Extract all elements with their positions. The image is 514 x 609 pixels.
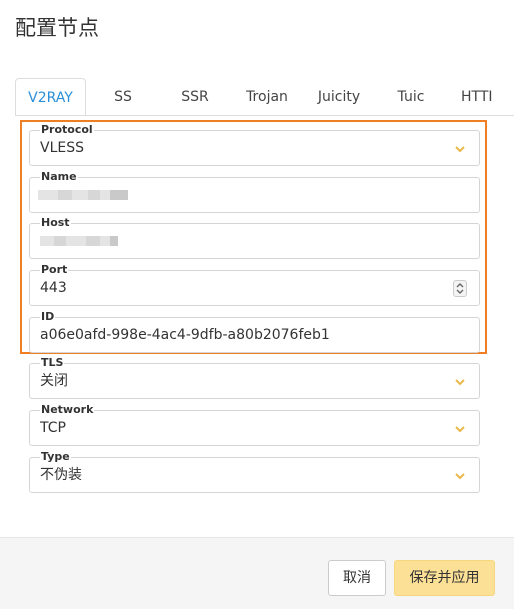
tls-label: TLS — [40, 356, 65, 369]
redacted-block — [88, 190, 100, 200]
tls-select[interactable]: 关闭 — [29, 363, 480, 399]
chevron-down-icon — [455, 144, 465, 154]
redacted-block — [100, 190, 110, 200]
redacted-block — [86, 236, 100, 246]
protocol-value: VLESS — [40, 140, 84, 156]
network-value: TCP — [40, 420, 66, 436]
port-input[interactable]: 443 — [29, 270, 480, 306]
redacted-block — [54, 236, 66, 246]
id-value: a06e0afd-998e-4ac4-9dfb-a80b2076feb1 — [40, 327, 330, 343]
redacted-block — [58, 190, 72, 200]
redacted-block — [40, 236, 54, 246]
type-select[interactable]: 不伪装 — [29, 457, 480, 493]
tab-tuic[interactable]: Tuic — [381, 78, 441, 115]
name-label: Name — [40, 170, 78, 183]
dialog-title: 配置节点 — [15, 16, 99, 40]
redacted-block — [38, 190, 58, 200]
chevron-down-icon — [455, 377, 465, 387]
spinner-icon[interactable] — [453, 280, 467, 297]
host-input[interactable] — [29, 223, 480, 259]
tab-http[interactable]: HTTI — [461, 78, 511, 115]
host-label: Host — [40, 216, 71, 229]
id-label: ID — [40, 310, 56, 323]
network-label: Network — [40, 403, 95, 416]
cancel-button[interactable]: 取消 — [328, 560, 386, 596]
protocol-select[interactable]: VLESS — [29, 130, 480, 166]
tab-juicity[interactable]: Juicity — [309, 78, 369, 115]
protocol-tabs: V2RAY SS SSR Trojan Juicity Tuic HTTI — [15, 78, 514, 116]
type-value: 不伪装 — [40, 467, 82, 483]
dialog-footer: 取消 保存并应用 — [0, 537, 514, 609]
port-label: Port — [40, 263, 69, 276]
chevron-down-icon — [455, 424, 465, 434]
redacted-block — [110, 236, 118, 246]
type-label: Type — [40, 450, 71, 463]
tab-ss[interactable]: SS — [93, 78, 153, 115]
tab-ssr[interactable]: SSR — [165, 78, 225, 115]
tab-v2ray[interactable]: V2RAY — [15, 78, 86, 115]
chevron-down-icon — [455, 471, 465, 481]
id-input[interactable]: a06e0afd-998e-4ac4-9dfb-a80b2076feb1 — [29, 317, 480, 353]
name-input[interactable] — [29, 177, 480, 213]
save-apply-button[interactable]: 保存并应用 — [394, 560, 495, 596]
redacted-block — [66, 236, 86, 246]
tab-trojan[interactable]: Trojan — [237, 78, 297, 115]
redacted-block — [72, 190, 88, 200]
protocol-label: Protocol — [40, 123, 94, 136]
network-select[interactable]: TCP — [29, 410, 480, 446]
port-value: 443 — [40, 280, 67, 296]
redacted-block — [110, 190, 128, 200]
redacted-block — [100, 236, 110, 246]
tls-value: 关闭 — [40, 373, 68, 389]
